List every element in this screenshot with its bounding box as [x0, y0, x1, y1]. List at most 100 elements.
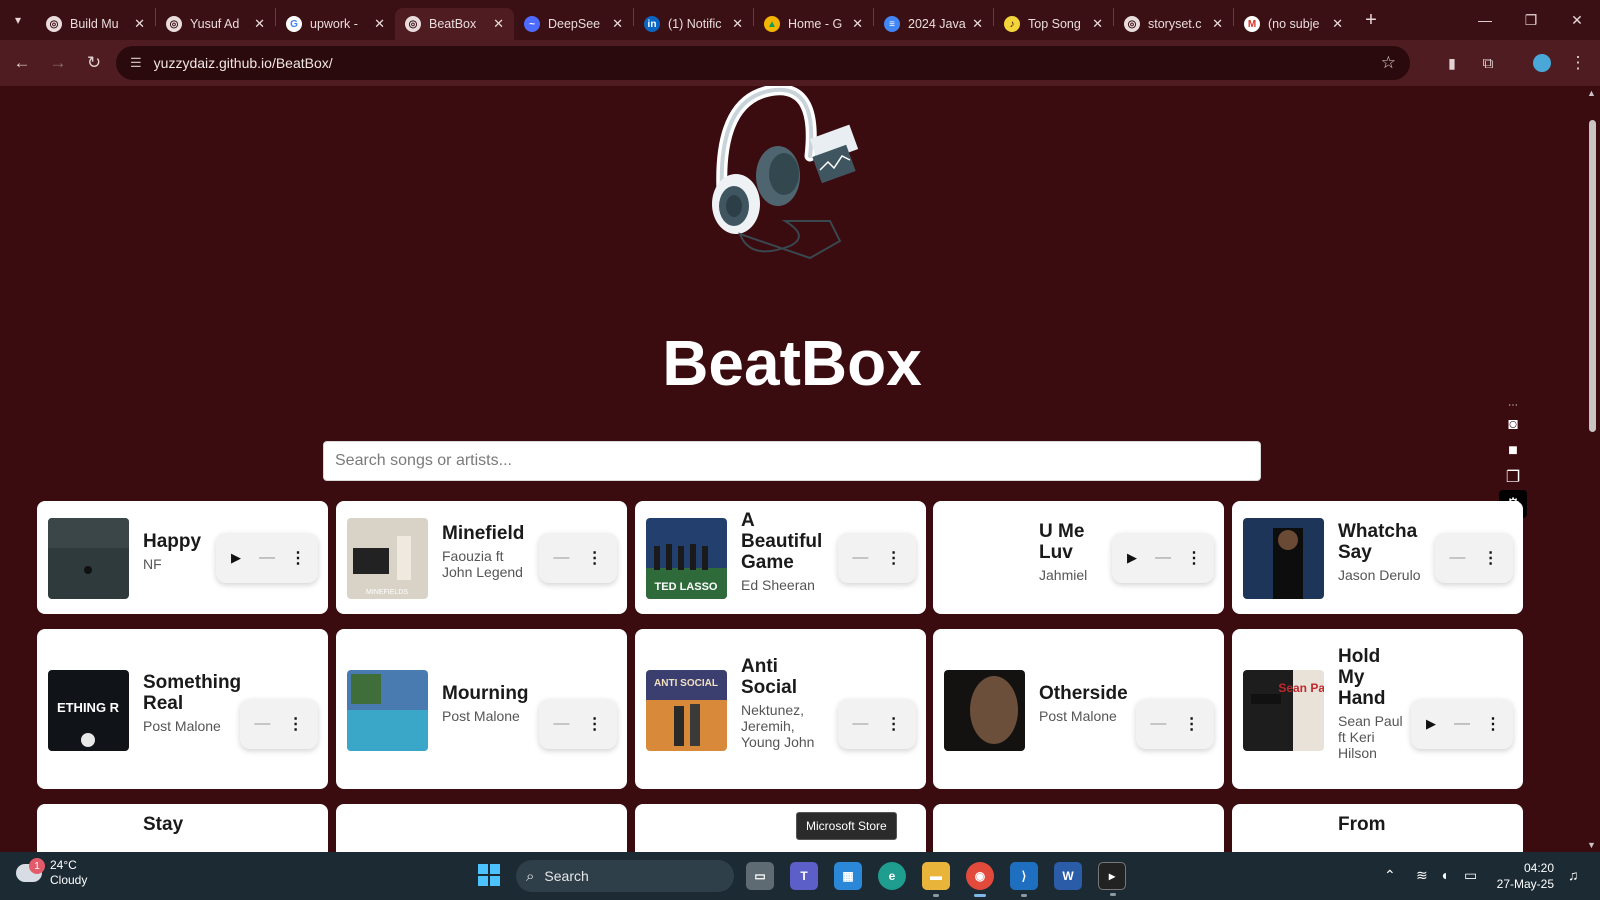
song-card[interactable]: Stay [37, 804, 328, 852]
browser-tab[interactable]: ≡ 2024 Java ✕ [874, 8, 993, 40]
more-options-icon[interactable]: ⋮ [1480, 548, 1502, 568]
song-card[interactable]: U Me Luv Jahmiel ▶ — ⋮ [933, 501, 1224, 614]
camera-icon[interactable]: ◙ [1508, 412, 1518, 438]
bookmark-star-icon[interactable]: ☆ [1381, 53, 1396, 73]
scroll-up-arrow-icon[interactable]: ▲ [1587, 88, 1596, 98]
more-options-icon[interactable]: ⋮ [1183, 548, 1205, 568]
close-tab-icon[interactable]: ✕ [1212, 16, 1223, 32]
task-view-icon[interactable]: ▭ [746, 862, 774, 890]
progress-dash-icon[interactable]: — [1451, 715, 1473, 733]
play-icon[interactable]: ▶ [1420, 716, 1442, 732]
more-options-icon[interactable]: ⋮ [1482, 714, 1504, 734]
system-clock[interactable]: 04:20 27-May-25 [1494, 860, 1554, 892]
more-options-icon[interactable]: ⋮ [883, 548, 905, 568]
browser-tab[interactable]: ♪ Top Song ✕ [994, 8, 1113, 40]
minimize-icon[interactable]: — [1462, 0, 1508, 40]
close-tab-icon[interactable]: ✕ [134, 16, 145, 32]
progress-dash-icon[interactable]: — [1147, 715, 1169, 733]
vscode-icon[interactable]: ⟩ [1010, 862, 1038, 897]
browser-tab[interactable]: ◎ storyset.c ✕ [1114, 8, 1233, 40]
progress-dash-icon[interactable]: — [1446, 549, 1468, 567]
song-card[interactable]: Mourning Post Malone — ⋮ [336, 629, 627, 789]
song-card[interactable]: TED LASSO A Beautiful Game Ed Sheeran — ⋮ [635, 501, 926, 614]
close-tab-icon[interactable]: ✕ [1332, 16, 1343, 32]
extensions-puzzle-icon[interactable]: ⧉ [1470, 45, 1506, 81]
weather-widget[interactable]: 1 24°C Cloudy [16, 858, 87, 888]
song-card[interactable] [336, 804, 627, 852]
more-options-icon[interactable]: ⋮ [584, 714, 606, 734]
microsoft-store-icon[interactable]: ▦ [834, 862, 862, 890]
play-icon[interactable]: ▶ [1121, 550, 1143, 566]
browser-tab[interactable]: ◎ Build Mu ✕ [36, 8, 155, 40]
browser-tab[interactable]: M (no subje ✕ [1234, 8, 1353, 40]
play-icon[interactable]: ▶ [225, 550, 247, 566]
close-tab-icon[interactable]: ✕ [254, 16, 265, 32]
close-tab-icon[interactable]: ✕ [972, 16, 983, 32]
close-tab-icon[interactable]: ✕ [1092, 16, 1103, 32]
scroll-down-arrow-icon[interactable]: ▼ [1587, 840, 1596, 850]
video-camera-icon[interactable]: ■ [1508, 438, 1518, 464]
progress-dash-icon[interactable]: — [550, 715, 572, 733]
close-window-icon[interactable]: ✕ [1554, 0, 1600, 40]
progress-dash-icon[interactable]: — [849, 549, 871, 567]
progress-dash-icon[interactable]: — [550, 549, 572, 567]
reload-icon[interactable]: ↻ [76, 45, 112, 81]
song-search-input[interactable] [323, 441, 1261, 481]
chrome-menu-icon[interactable]: ⋮ [1560, 45, 1596, 81]
teams-icon[interactable]: T [790, 862, 818, 890]
close-tab-icon[interactable]: ✕ [852, 16, 863, 32]
close-tab-icon[interactable]: ✕ [612, 16, 623, 32]
browser-tab[interactable]: ◎ Yusuf Ad ✕ [156, 8, 275, 40]
battery-icon[interactable]: ▭ [1464, 867, 1477, 884]
forward-arrow-icon[interactable]: → [40, 45, 76, 81]
windows-icon[interactable]: ❐ [1506, 464, 1520, 490]
song-card[interactable]: Sean Paul Hold My HandSean Paul ft Keri H… [1232, 629, 1523, 789]
maximize-icon[interactable]: ❐ [1508, 0, 1554, 40]
notification-bell-icon[interactable]: ♫ [1568, 867, 1579, 883]
song-card[interactable]: Otherside Post Malone — ⋮ [933, 629, 1224, 789]
more-options-icon[interactable]: ⋮ [285, 714, 307, 734]
more-options-icon[interactable]: ⋮ [287, 548, 309, 568]
browser-tab[interactable]: Gupwork - ✕ [276, 8, 395, 40]
close-tab-icon[interactable]: ✕ [732, 16, 743, 32]
chrome-icon[interactable]: ◉ [966, 862, 994, 897]
more-options-icon[interactable]: ⋮ [883, 714, 905, 734]
volume-icon[interactable]: ◖ [1440, 867, 1448, 883]
back-arrow-icon[interactable]: ← [4, 45, 40, 81]
wifi-icon[interactable]: ≋ [1416, 867, 1428, 884]
new-tab-plus-icon[interactable]: + [1353, 0, 1389, 40]
sidepanel-icon[interactable]: ▮ [1434, 45, 1470, 81]
word-icon[interactable]: W [1054, 862, 1082, 890]
progress-dash-icon[interactable]: — [1152, 549, 1174, 567]
progress-dash-icon[interactable]: — [251, 715, 273, 733]
browser-tab[interactable]: ▲ Home - G ✕ [754, 8, 873, 40]
edge-icon[interactable]: e [878, 862, 906, 890]
more-options-icon[interactable]: ⋮ [1181, 714, 1203, 734]
taskbar-search[interactable]: ⌕ Search [516, 860, 734, 892]
browser-tab[interactable]: ◎ BeatBox ✕ [395, 8, 514, 40]
profile-avatar-icon[interactable] [1524, 45, 1560, 81]
song-card[interactable]: Happy NF ▶ — ⋮ [37, 501, 328, 614]
song-card[interactable]: MINEFIELDS Minefield Faouzia ft John Legen… [336, 501, 627, 614]
song-card[interactable]: From [1232, 804, 1523, 852]
site-info-icon[interactable]: ☰ [130, 55, 142, 71]
browser-tab[interactable]: in (1) Notific ✕ [634, 8, 753, 40]
windows-start-icon[interactable] [478, 864, 500, 886]
page-scrollbar[interactable]: ▲ ▼ [1584, 86, 1600, 852]
terminal-icon[interactable]: ▸ [1098, 862, 1126, 896]
toolbar-grip-icon[interactable]: ⋯ [1508, 398, 1518, 412]
progress-dash-icon[interactable]: — [849, 715, 871, 733]
tab-search-chevron-icon[interactable]: ▾ [0, 0, 36, 40]
file-explorer-icon[interactable]: ▬ [922, 862, 950, 897]
more-options-icon[interactable]: ⋮ [584, 548, 606, 568]
song-card[interactable]: ANTI SOCIAL Anti Social Nektunez, Jeremih,… [635, 629, 926, 789]
browser-tab[interactable]: ~ DeepSee ✕ [514, 8, 633, 40]
close-tab-icon[interactable]: ✕ [374, 16, 385, 32]
song-card[interactable]: Whatcha Say Jason Derulo — ⋮ [1232, 501, 1523, 614]
progress-dash-icon[interactable]: — [256, 549, 278, 567]
scrollbar-thumb[interactable] [1589, 120, 1596, 432]
song-card[interactable]: ETHING R Something Real Post Malone — ⋮ [37, 629, 328, 789]
song-card[interactable] [933, 804, 1224, 852]
close-tab-icon[interactable]: ✕ [493, 16, 504, 32]
address-bar[interactable]: ☰ yuzzydaiz.github.io/BeatBox/ ☆ [116, 46, 1410, 80]
